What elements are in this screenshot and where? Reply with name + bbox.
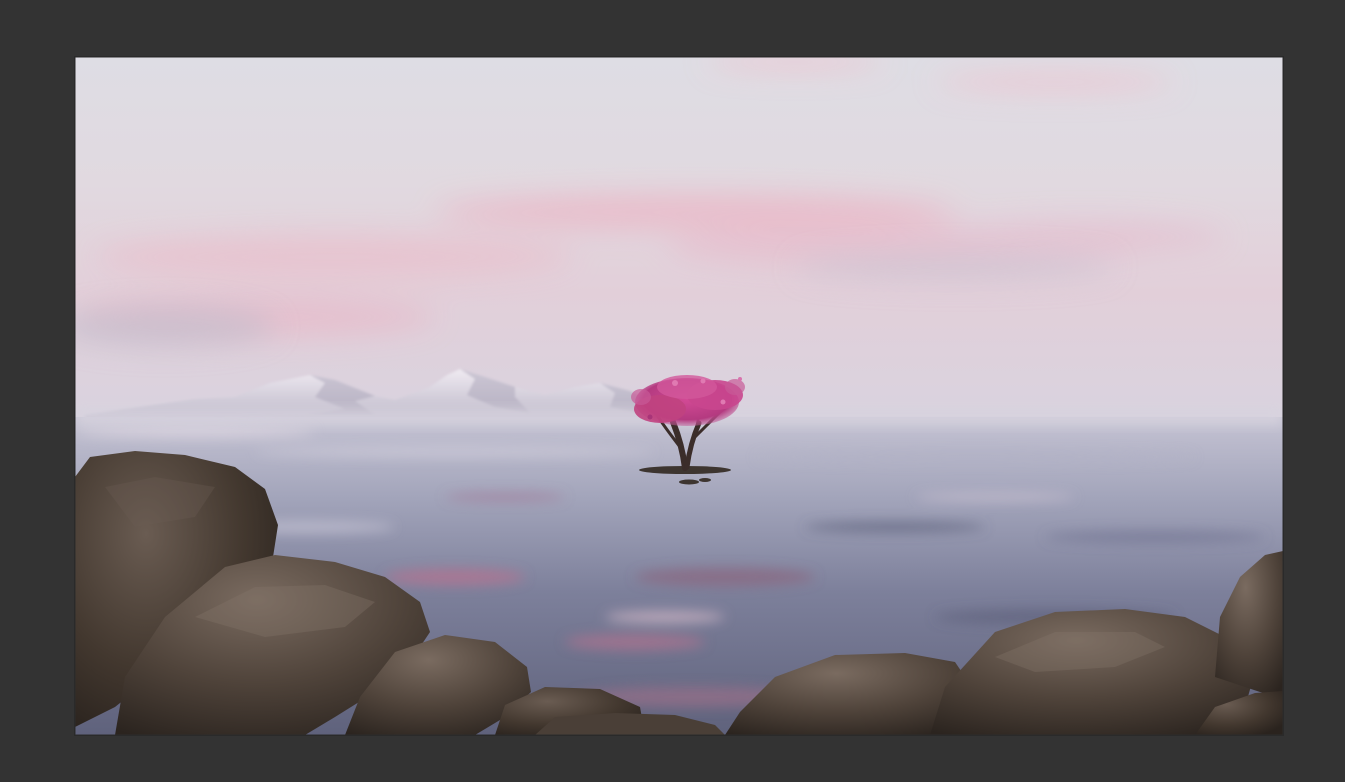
- app-window: [0, 0, 1345, 782]
- render-viewport[interactable]: [75, 57, 1283, 735]
- render-scene: [75, 57, 1283, 735]
